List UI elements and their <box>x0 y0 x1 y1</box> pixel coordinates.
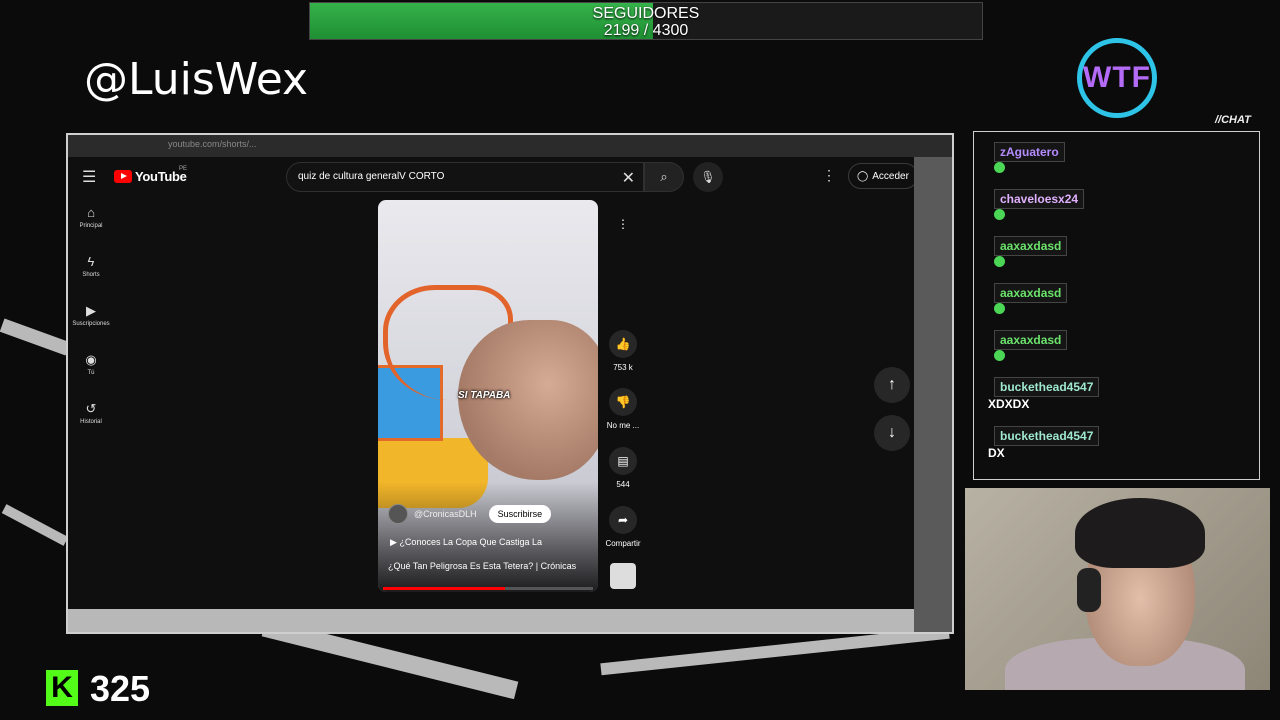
sidebar-item-label: Shorts <box>82 272 100 278</box>
account-icon: ◯ <box>857 170 869 182</box>
chat-username[interactable]: chaveloesx24 <box>994 189 1085 209</box>
wtf-logo: WTF <box>1077 38 1157 118</box>
user-icon: ◉ <box>85 352 97 367</box>
chat-label: //CHAT <box>1215 114 1251 126</box>
share-icon: ➦ <box>609 506 637 534</box>
comment-count: 544 <box>616 480 630 489</box>
background-stripe <box>1 504 69 546</box>
comment-icon: ▤ <box>609 447 637 475</box>
channel-name[interactable]: @CronicasDLH <box>414 509 477 519</box>
emote-icon <box>994 256 1005 267</box>
like-count: 753 k <box>613 363 633 372</box>
youtube-play-icon <box>114 170 132 183</box>
more-options-icon[interactable]: ⋮ <box>822 167 836 184</box>
followers-label: SEGUIDORES <box>592 5 700 22</box>
streamer-handle: @LuisWex <box>84 54 309 105</box>
search-icon: ⌕ <box>660 169 668 184</box>
share-button[interactable]: ➦ Compartir <box>598 506 648 548</box>
region-code: PE <box>179 166 188 172</box>
home-icon: ⌂ <box>87 205 95 220</box>
clear-search-icon[interactable]: ✕ <box>622 168 635 188</box>
kick-logo-icon: K <box>46 670 78 706</box>
sign-in-button[interactable]: ◯ Acceder <box>848 163 918 189</box>
webcam-headset <box>1077 568 1101 612</box>
subscriptions-icon: ▶ <box>86 303 96 318</box>
search-query: quiz de cultura generalV CORTO <box>298 171 445 182</box>
emote-icon <box>994 350 1005 361</box>
background-stripe <box>600 626 950 676</box>
more-icon[interactable]: ⋮ <box>609 210 637 238</box>
chat-username[interactable]: zAguatero <box>994 142 1065 162</box>
dislike-label: No me ... <box>606 421 640 430</box>
chat-username[interactable]: aaxaxdasd <box>994 236 1068 256</box>
search-button[interactable]: ⌕ <box>644 162 684 192</box>
background-panel <box>914 157 952 632</box>
sidebar-item-4[interactable]: ↺ Historial <box>68 401 114 450</box>
comments-button[interactable]: ▤ 544 <box>598 447 648 489</box>
sidebar-item-1[interactable]: ϟ Shorts <box>68 254 114 303</box>
channel-info: @CronicasDLH Suscribirse <box>388 504 552 524</box>
menu-icon[interactable]: ☰ <box>82 167 96 187</box>
sidebar-item-0[interactable]: ⌂ Principal <box>68 205 114 254</box>
video-progress-bar[interactable] <box>383 587 593 590</box>
chat-username[interactable]: buckethead4547 <box>994 426 1100 446</box>
youtube-header: ☰ YouTube PE quiz de cultura generalV CO… <box>68 157 918 197</box>
play-icon: ▶ <box>390 537 397 547</box>
sidebar-item-label: Tú <box>87 370 95 376</box>
sign-in-label: Acceder <box>872 170 909 182</box>
shorts-icon: ϟ <box>87 254 95 269</box>
chat-username[interactable]: aaxaxdasd <box>994 283 1068 303</box>
video-caption: SI TAPABA <box>458 390 511 401</box>
emote-icon <box>994 209 1005 220</box>
channel-avatar[interactable] <box>388 504 408 524</box>
arrow-up-icon: ↑ <box>888 376 896 393</box>
emote-icon <box>994 303 1005 314</box>
mic-icon: 🎙 <box>700 170 716 184</box>
followers-count: 2199 / 4300 <box>603 22 689 39</box>
chat-panel: zAguatero chaveloesx24 aaxaxdasd aaxaxdasd a… <box>973 131 1260 480</box>
sidebar-item-label: Suscripciones <box>72 321 110 327</box>
followers-goal-bar: SEGUIDORES 2199 / 4300 <box>309 2 983 40</box>
voice-search-button[interactable]: 🎙 <box>693 162 723 192</box>
sidebar-item-3[interactable]: ◉ Tú <box>68 352 114 401</box>
url-bar[interactable]: youtube.com/shorts/... <box>168 139 257 149</box>
video-progress-fill <box>383 587 505 590</box>
chat-username[interactable]: aaxaxdasd <box>994 330 1068 350</box>
arrow-down-icon: ↓ <box>888 424 896 441</box>
browser-window: youtube.com/shorts/... ☰ YouTube PE quiz… <box>66 133 954 634</box>
like-button[interactable]: 👍 753 k <box>598 330 648 372</box>
bottom-strip <box>68 609 914 632</box>
sidebar-item-label: Historial <box>80 419 102 425</box>
history-icon: ↺ <box>85 401 97 416</box>
sidebar-item-2[interactable]: ▶ Suscripciones <box>68 303 114 352</box>
video-title-line2[interactable]: ¿Qué Tan Peligrosa Es Esta Tetera? | Cró… <box>388 561 576 571</box>
short-video-player[interactable]: SI TAPABA @CronicasDLH Suscribirse ▶ ¿Co… <box>378 200 598 592</box>
previous-short-button[interactable]: ↑ <box>874 367 910 403</box>
youtube-sidebar: ⌂ Principal ϟ Shorts ▶ Suscripciones ◉ Tú ↺ Histo… <box>68 205 114 450</box>
chat-username[interactable]: buckethead4547 <box>994 377 1100 397</box>
subscribe-button[interactable]: Suscribirse <box>488 505 552 523</box>
browser-tab-bar: youtube.com/shorts/... <box>68 135 952 157</box>
sidebar-item-label: Principal <box>79 223 103 229</box>
video-title-line1[interactable]: ▶ ¿Conoces La Copa Que Castiga La <box>390 537 542 548</box>
emote-icon <box>994 162 1005 173</box>
share-label: Compartir <box>605 539 641 548</box>
followers-text: SEGUIDORES 2199 / 4300 <box>310 5 982 39</box>
background-stripe <box>0 318 71 356</box>
thumbs-up-icon: 👍 <box>609 330 637 358</box>
thumbs-down-icon: 👎 <box>609 388 637 416</box>
webcam-hair <box>1075 498 1205 568</box>
webcam-feed <box>965 488 1270 690</box>
kick-viewer-count: 325 <box>90 668 151 709</box>
next-short-button[interactable]: ↓ <box>874 415 910 451</box>
dislike-button[interactable]: 👎 No me ... <box>598 388 648 430</box>
sound-avatar[interactable] <box>610 563 636 589</box>
chat-message-text: XDXDX <box>988 397 1030 411</box>
chat-message-text: DX <box>988 446 1005 460</box>
youtube-logo[interactable]: YouTube <box>114 169 187 184</box>
search-input[interactable]: quiz de cultura generalV CORTO ✕ <box>286 162 644 192</box>
